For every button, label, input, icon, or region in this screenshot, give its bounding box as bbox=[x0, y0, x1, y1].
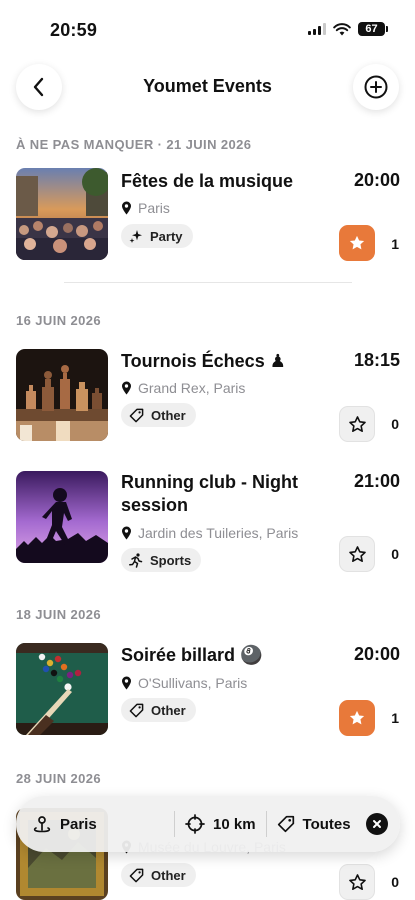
star-icon bbox=[349, 235, 365, 250]
tag-icon bbox=[129, 703, 144, 717]
category-chip: Sports bbox=[121, 548, 202, 572]
section-header: 28 JUIN 2026 bbox=[16, 771, 102, 786]
section-divider bbox=[64, 282, 352, 283]
category-label: Other bbox=[151, 407, 186, 423]
event-title: Running club - Night session bbox=[121, 472, 298, 515]
event-location: Grand Rex, Paris bbox=[121, 380, 245, 396]
category-label: Other bbox=[151, 702, 186, 718]
favorite-count: 0 bbox=[391, 546, 399, 562]
tag-icon bbox=[129, 408, 144, 422]
event-time: 20:00 bbox=[353, 644, 400, 664]
crosshair-icon bbox=[185, 814, 205, 834]
event-card[interactable]: Running club - Night session 21:00 Jardi… bbox=[16, 471, 401, 572]
event-title: Soirée billard 🎱 bbox=[121, 645, 263, 665]
category-label: Other bbox=[151, 867, 186, 883]
clear-filters-button[interactable] bbox=[366, 813, 388, 835]
location-pin-icon bbox=[33, 816, 51, 833]
battery-level: 67 bbox=[365, 23, 378, 35]
location-pin-icon bbox=[122, 381, 131, 395]
event-location-text: O'Sullivans, Paris bbox=[138, 675, 248, 691]
star-icon bbox=[349, 710, 365, 725]
favorite-button[interactable] bbox=[339, 225, 375, 261]
category-label: Party bbox=[150, 228, 183, 244]
app-header: Youmet Events bbox=[0, 62, 415, 112]
event-card[interactable]: Tournois Échecs ♟ 18:15 Grand Rex, Paris… bbox=[16, 349, 401, 449]
star-icon bbox=[348, 873, 366, 890]
add-event-button[interactable] bbox=[353, 64, 399, 110]
star-icon bbox=[348, 415, 366, 432]
status-time: 20:59 bbox=[50, 20, 98, 40]
event-thumbnail bbox=[16, 349, 108, 441]
filter-separator bbox=[265, 811, 267, 837]
favorite-count: 1 bbox=[391, 710, 399, 726]
event-title: Fêtes de la musique bbox=[121, 171, 294, 191]
event-location: Jardin des Tuileries, Paris bbox=[121, 525, 298, 541]
event-thumbnail bbox=[16, 643, 108, 735]
status-bar: 20:59 67 bbox=[0, 0, 415, 58]
event-title: Tournois Échecs ♟ bbox=[121, 351, 286, 371]
tag-icon bbox=[277, 815, 294, 833]
event-thumbnail bbox=[16, 168, 108, 260]
event-location: O'Sullivans, Paris bbox=[121, 675, 247, 691]
event-time: 21:00 bbox=[353, 471, 400, 491]
tag-icon bbox=[129, 868, 144, 882]
location-pin-icon bbox=[122, 201, 131, 215]
category-filter-label: Toutes bbox=[302, 815, 351, 833]
filter-bar: Paris 10 km Toutes bbox=[16, 796, 400, 852]
event-card[interactable]: Soirée billard 🎱 20:00 O'Sullivans, Pari… bbox=[16, 643, 401, 743]
favorite-count: 0 bbox=[391, 416, 399, 432]
favorite-button[interactable] bbox=[339, 536, 375, 572]
location-pin-icon bbox=[122, 526, 131, 540]
location-pin-icon bbox=[122, 676, 131, 690]
category-chip: Party bbox=[121, 224, 193, 248]
event-location: Paris bbox=[121, 200, 170, 216]
city-filter-label: Paris bbox=[60, 815, 97, 833]
category-label: Sports bbox=[150, 552, 192, 568]
section-header: 16 JUIN 2026 bbox=[16, 313, 102, 328]
event-location-text: Grand Rex, Paris bbox=[138, 380, 246, 396]
category-filter[interactable]: Toutes bbox=[277, 815, 351, 833]
running-icon bbox=[129, 552, 143, 568]
battery-icon: 67 bbox=[358, 22, 388, 36]
city-filter[interactable]: Paris bbox=[32, 814, 164, 834]
section-header: 18 JUIN 2026 bbox=[16, 607, 102, 622]
event-time: 18:15 bbox=[353, 350, 400, 370]
category-chip: Other bbox=[121, 698, 196, 722]
event-thumbnail bbox=[16, 471, 108, 563]
filter-separator bbox=[174, 811, 175, 837]
category-chip: Other bbox=[121, 403, 196, 427]
favorite-count: 1 bbox=[391, 236, 399, 252]
event-time: 20:00 bbox=[353, 170, 400, 190]
event-location-text: Paris bbox=[138, 200, 170, 216]
event-card[interactable]: Fêtes de la musique 20:00 Paris Party 1 bbox=[16, 168, 401, 268]
sparkles-icon bbox=[129, 230, 142, 243]
cellular-signal-icon bbox=[308, 23, 326, 35]
favorite-button[interactable] bbox=[339, 700, 375, 736]
favorite-button[interactable] bbox=[339, 864, 375, 900]
favorite-count: 0 bbox=[391, 874, 399, 890]
radius-filter[interactable]: 10 km bbox=[185, 814, 256, 834]
category-chip: Other bbox=[121, 863, 196, 887]
event-location-text: Jardin des Tuileries, Paris bbox=[138, 525, 299, 541]
status-icons: 67 bbox=[308, 22, 388, 36]
favorite-button[interactable] bbox=[339, 406, 375, 442]
wifi-icon bbox=[333, 22, 351, 35]
radius-filter-label: 10 km bbox=[213, 815, 256, 833]
close-icon bbox=[373, 820, 381, 828]
section-header: À NE PAS MANQUER · 21 JUIN 2026 bbox=[16, 137, 252, 152]
plus-circle-icon bbox=[364, 75, 388, 99]
star-icon bbox=[348, 545, 366, 562]
